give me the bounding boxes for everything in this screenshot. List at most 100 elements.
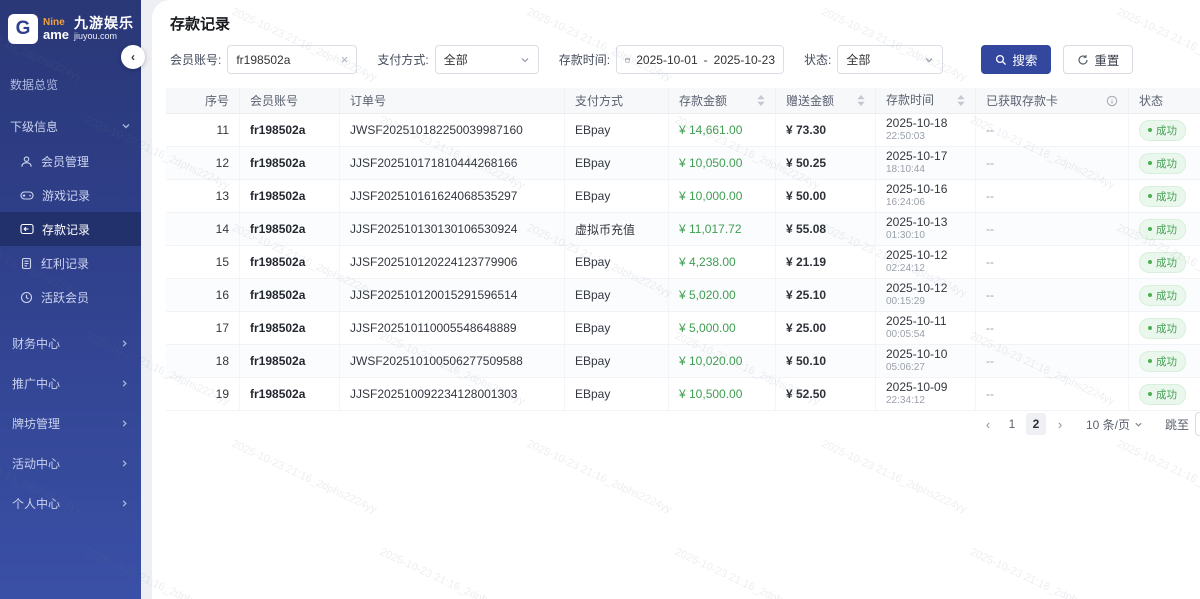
sidebar-item-active-members[interactable]: 活跃会员 <box>0 280 141 314</box>
cell-time: 2025-10-12 00:15:29 <box>876 279 976 311</box>
status-dot-icon <box>1148 359 1152 363</box>
user-icon <box>20 155 33 168</box>
cell-card: -- <box>976 345 1129 377</box>
cell-time: 2025-10-09 22:34:12 <box>876 378 976 410</box>
cell-bonus: ¥ 50.25 <box>776 147 876 179</box>
cell-amount: ¥ 10,050.00 <box>669 147 776 179</box>
cell-method: EBpay <box>565 147 669 179</box>
cell-no: 13 <box>166 180 240 212</box>
cell-time: 2025-10-18 22:50:03 <box>876 114 976 146</box>
sidebar-section-archway-management[interactable]: 牌坊管理 <box>0 404 141 442</box>
cell-order: JJSF202510120015291596514 <box>340 279 565 311</box>
page-size-select[interactable]: 10 条/页 <box>1086 416 1143 433</box>
cell-method: EBpay <box>565 345 669 377</box>
cell-method: EBpay <box>565 279 669 311</box>
status-badge: 成功 <box>1139 351 1186 372</box>
cell-no: 12 <box>166 147 240 179</box>
next-page-button[interactable]: › <box>1050 413 1070 435</box>
search-button[interactable]: 搜索 <box>981 45 1051 74</box>
status-badge: 成功 <box>1139 219 1186 240</box>
status-badge: 成功 <box>1139 252 1186 273</box>
cell-order: JJSF202510130130106530924 <box>340 213 565 245</box>
col-card: 已获取存款卡 <box>976 88 1129 113</box>
table-row: 14 fr198502a JJSF202510130130106530924 虚… <box>166 213 1200 246</box>
cell-bonus: ¥ 73.30 <box>776 114 876 146</box>
cell-bonus: ¥ 50.00 <box>776 180 876 212</box>
cell-bonus: ¥ 25.10 <box>776 279 876 311</box>
table-row: 16 fr198502a JJSF202510120015291596514 E… <box>166 279 1200 312</box>
info-icon[interactable] <box>1106 95 1118 107</box>
jump-page-input[interactable] <box>1195 412 1200 436</box>
sidebar-item-game-records[interactable]: 游戏记录 <box>0 178 141 212</box>
status-dot-icon <box>1148 293 1152 297</box>
deposit-records-table: 序号 会员账号 订单号 支付方式 存款金额 赠送金额 存款时间 已获取存款卡 状… <box>166 88 1200 411</box>
status-badge: 成功 <box>1139 186 1186 207</box>
jump-to-page: 跳至 页 <box>1165 412 1200 436</box>
reset-button[interactable]: 重置 <box>1063 45 1133 74</box>
cell-time: 2025-10-16 16:24:06 <box>876 180 976 212</box>
date-range-picker[interactable]: 2025-10-01 - 2025-10-23 <box>616 45 784 74</box>
member-account-label: 会员账号: <box>170 51 221 68</box>
status-dot-icon <box>1148 161 1152 165</box>
page-button-2-active[interactable]: 2 <box>1026 413 1046 435</box>
sidebar-item-data-overview[interactable]: 数据总览 <box>0 66 141 102</box>
sidebar-section-promotion-center[interactable]: 推广中心 <box>0 364 141 402</box>
cell-amount: ¥ 10,020.00 <box>669 345 776 377</box>
sort-icon[interactable] <box>957 95 965 106</box>
cell-status: 成功 <box>1129 279 1200 311</box>
sidebar-item-deposit-records[interactable]: 存款记录 <box>0 212 141 246</box>
sidebar-collapse-button[interactable]: ‹ <box>121 45 145 69</box>
status-badge: 成功 <box>1139 318 1186 339</box>
date-start: 2025-10-01 <box>636 53 697 67</box>
cell-account: fr198502a <box>240 114 340 146</box>
cell-method: EBpay <box>565 114 669 146</box>
sidebar-item-bonus-records[interactable]: 红利记录 <box>0 246 141 280</box>
cell-status: 成功 <box>1129 345 1200 377</box>
status-select[interactable]: 全部 <box>837 45 943 74</box>
page-button-1[interactable]: 1 <box>1002 413 1022 435</box>
cell-no: 19 <box>166 378 240 410</box>
payment-method-label: 支付方式: <box>377 51 428 68</box>
cell-no: 17 <box>166 312 240 344</box>
sort-icon[interactable] <box>757 95 765 106</box>
cell-order: JJSF202510161624068535297 <box>340 180 565 212</box>
status-dot-icon <box>1148 227 1152 231</box>
chevron-right-icon <box>120 379 129 388</box>
sidebar-item-member-management[interactable]: 会员管理 <box>0 144 141 178</box>
cell-account: fr198502a <box>240 378 340 410</box>
cell-amount: ¥ 4,238.00 <box>669 246 776 278</box>
status-dot-icon <box>1148 392 1152 396</box>
payment-method-select[interactable]: 全部 <box>435 45 539 74</box>
clock-icon <box>20 291 33 304</box>
cell-method: EBpay <box>565 378 669 410</box>
jump-label: 跳至 <box>1165 416 1189 433</box>
cell-account: fr198502a <box>240 213 340 245</box>
table-row: 12 fr198502a JJSF202510171810444268166 E… <box>166 147 1200 180</box>
cell-bonus: ¥ 50.10 <box>776 345 876 377</box>
sidebar-section-personal-center[interactable]: 个人中心 <box>0 484 141 522</box>
sidebar-section-finance-center[interactable]: 财务中心 <box>0 324 141 362</box>
cell-time: 2025-10-10 05:06:27 <box>876 345 976 377</box>
cell-no: 14 <box>166 213 240 245</box>
gamepad-icon <box>20 189 34 202</box>
cell-time: 2025-10-17 18:10:44 <box>876 147 976 179</box>
cell-card: -- <box>976 180 1129 212</box>
cell-account: fr198502a <box>240 246 340 278</box>
table-row: 18 fr198502a JWSF202510100506277509588 E… <box>166 345 1200 378</box>
sidebar-group-subordinate-info[interactable]: 下级信息 <box>0 108 141 144</box>
cell-method: 虚拟币充值 <box>565 213 669 245</box>
table-header: 序号 会员账号 订单号 支付方式 存款金额 赠送金额 存款时间 已获取存款卡 状… <box>166 88 1200 114</box>
col-account: 会员账号 <box>240 88 340 113</box>
cell-account: fr198502a <box>240 147 340 179</box>
prev-page-button[interactable]: ‹ <box>978 413 998 435</box>
col-no: 序号 <box>166 88 240 113</box>
sort-icon[interactable] <box>857 95 865 106</box>
clear-input-icon[interactable]: × <box>341 52 349 67</box>
member-account-input[interactable]: fr198502a × <box>227 45 357 74</box>
cell-status: 成功 <box>1129 213 1200 245</box>
cell-card: -- <box>976 279 1129 311</box>
date-end: 2025-10-23 <box>714 53 775 67</box>
cell-card: -- <box>976 246 1129 278</box>
chevron-right-icon <box>120 459 129 468</box>
sidebar-section-activity-center[interactable]: 活动中心 <box>0 444 141 482</box>
